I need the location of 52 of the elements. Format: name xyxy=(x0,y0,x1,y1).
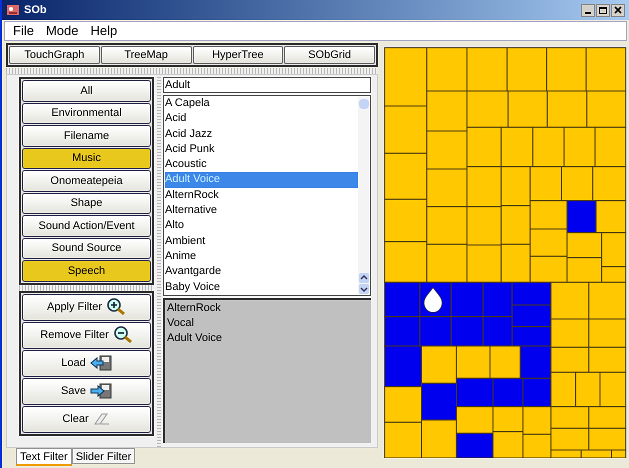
tab[interactable]: Slider Filter xyxy=(72,448,136,464)
applied-filter-item: Vocal xyxy=(167,316,195,331)
action-button[interactable]: Remove Filter xyxy=(22,322,151,348)
applied-filter-item: Adult Voice xyxy=(167,331,224,346)
applied-filter-item: AlternRock xyxy=(167,301,222,316)
category-button[interactable]: Filename xyxy=(22,125,151,146)
tab[interactable]: Text Filter xyxy=(16,448,72,466)
term-list-item[interactable]: Acid Punk xyxy=(165,142,358,158)
category-button[interactable]: Environmental xyxy=(22,102,151,124)
view-button[interactable]: SObGrid xyxy=(284,46,375,64)
term-list-item[interactable]: Anime xyxy=(165,248,358,264)
minimize-button[interactable] xyxy=(581,4,595,16)
eraser-icon xyxy=(92,412,111,426)
category-button[interactable]: Shape xyxy=(22,192,151,214)
action-button[interactable]: Save xyxy=(22,378,151,404)
zoom-out-icon xyxy=(112,326,133,344)
close-icon xyxy=(614,6,622,14)
category-button[interactable]: All xyxy=(22,80,151,102)
action-button[interactable]: Clear xyxy=(22,406,151,432)
term-list-item[interactable]: Acoustic xyxy=(165,157,358,172)
category-button[interactable]: Sound Source xyxy=(22,238,151,259)
action-button[interactable]: Apply Filter xyxy=(22,294,151,320)
scroll-thumb[interactable] xyxy=(359,99,369,109)
app-icon xyxy=(6,3,20,17)
category-button[interactable]: Onomeatepeia xyxy=(22,170,151,192)
term-list-item[interactable]: Alternative xyxy=(165,203,358,218)
filter-field[interactable]: Adult xyxy=(163,77,371,93)
category-button[interactable]: Speech xyxy=(22,260,151,282)
menu-item[interactable]: File xyxy=(13,21,34,41)
term-list-item[interactable]: Baby Voice xyxy=(165,280,358,295)
view-button[interactable]: TreeMap xyxy=(100,46,192,64)
scroll-up-icon[interactable] xyxy=(359,273,369,283)
term-list-item[interactable]: Acid Jazz xyxy=(165,126,358,142)
close-button[interactable] xyxy=(611,4,625,16)
view-button[interactable]: HyperTree xyxy=(192,46,284,64)
term-list-item[interactable]: A Capela xyxy=(165,96,358,112)
window-title: SOb xyxy=(24,2,47,18)
term-list-item[interactable]: Avantgarde xyxy=(165,264,358,280)
zoom-in-icon xyxy=(106,298,126,316)
term-list-item[interactable]: Acid xyxy=(165,111,358,127)
menu-item[interactable]: Help xyxy=(90,21,118,41)
maximize-button[interactable] xyxy=(596,4,610,16)
scroll-down-icon[interactable] xyxy=(359,284,369,294)
term-list-item[interactable]: AlternRock xyxy=(165,188,358,204)
term-list-item[interactable]: Alto xyxy=(165,218,358,234)
action-button[interactable]: Load xyxy=(22,350,151,376)
menu-item[interactable]: Mode xyxy=(46,21,78,41)
category-button[interactable]: Sound Action/Event xyxy=(22,215,151,236)
view-button[interactable]: TouchGraph xyxy=(9,46,100,64)
term-list-item[interactable]: Ambient xyxy=(165,234,358,249)
category-button[interactable]: Music xyxy=(22,148,151,169)
scrollbar[interactable] xyxy=(358,96,370,295)
